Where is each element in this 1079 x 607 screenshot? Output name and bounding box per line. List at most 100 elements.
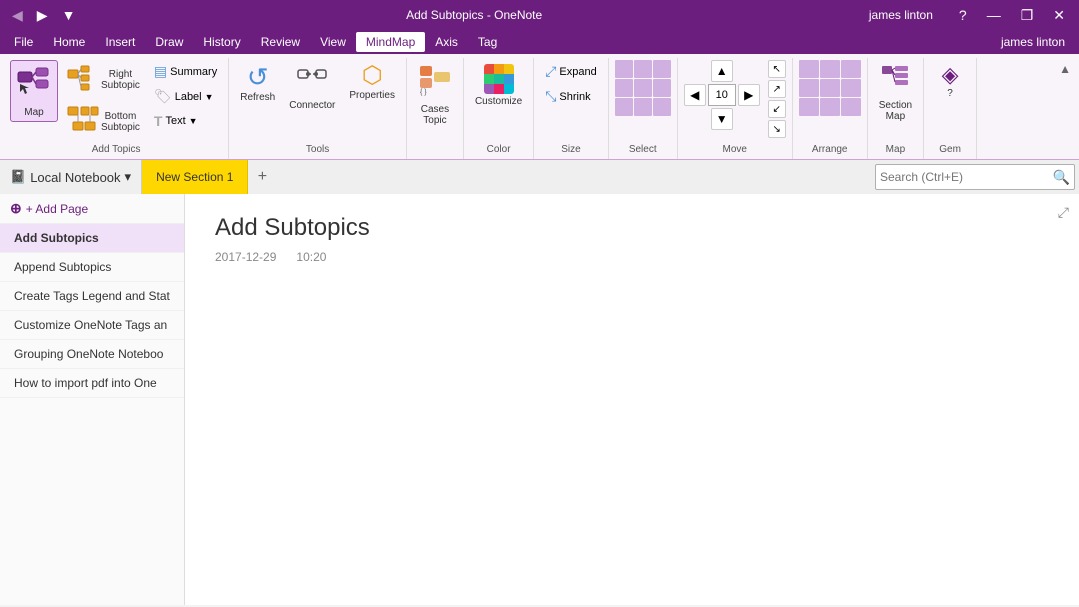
select-cell-4[interactable]: [615, 79, 633, 97]
section-map-button[interactable]: SectionMap: [874, 60, 917, 126]
menu-draw[interactable]: Draw: [145, 32, 193, 52]
move-right-button[interactable]: ▶: [738, 84, 760, 106]
ribbon-collapse-button[interactable]: ▲: [1059, 62, 1071, 76]
move-down-button[interactable]: ▼: [711, 108, 733, 130]
arrange-cell-3[interactable]: [841, 60, 861, 78]
forward-button[interactable]: ▶: [33, 5, 52, 26]
cases-button[interactable]: { } CasesTopic: [413, 60, 457, 130]
gem-group-label: Gem: [930, 142, 970, 157]
map-button[interactable]: Map: [10, 60, 58, 122]
ribbon-group-map: SectionMap Map: [868, 58, 924, 159]
restore-button[interactable]: ❐: [1015, 5, 1040, 26]
bottom-subtopic-button[interactable]: BottomSubtopic: [62, 102, 145, 142]
connector-button[interactable]: Connector: [284, 60, 340, 115]
customize-label: Customize: [475, 96, 522, 107]
text-button[interactable]: T Text ▼: [149, 110, 222, 132]
right-subtopic-icon: [67, 64, 99, 96]
add-page-button[interactable]: ⊕ + Add Page: [0, 194, 184, 224]
page-item-customize-onenote[interactable]: Customize OneNote Tags an: [0, 311, 184, 340]
help-button[interactable]: ?: [953, 5, 973, 25]
move-extra-2[interactable]: ↗: [768, 80, 786, 98]
select-grid-container: [615, 60, 671, 116]
page-item-import-pdf[interactable]: How to import pdf into One: [0, 369, 184, 398]
page-item-add-subtopics[interactable]: Add Subtopics: [0, 224, 184, 253]
expand-content-button[interactable]: ⤢: [1058, 204, 1069, 221]
arrange-cell-9[interactable]: [841, 98, 861, 116]
move-up-button[interactable]: ▲: [711, 60, 733, 82]
page-item-grouping[interactable]: Grouping OneNote Noteboo: [0, 340, 184, 369]
select-cell-5[interactable]: [634, 79, 652, 97]
search-icon[interactable]: 🔍: [1053, 169, 1070, 186]
menu-file[interactable]: File: [4, 32, 43, 52]
summary-button[interactable]: ▤ Summary: [149, 60, 222, 83]
select-cell-2[interactable]: [634, 60, 652, 78]
menu-view[interactable]: View: [310, 32, 356, 52]
size-buttons: ⤢ Expand ⤡ Shrink: [540, 60, 602, 108]
refresh-icon: ↺: [247, 64, 269, 90]
arrange-cell-1[interactable]: [799, 60, 819, 78]
ribbon: Map Rig: [0, 54, 1079, 160]
page-title: Add Subtopics: [215, 214, 1049, 242]
arrange-cell-4[interactable]: [799, 79, 819, 97]
menu-tag[interactable]: Tag: [468, 32, 507, 52]
page-item-create-tags[interactable]: Create Tags Legend and Stat: [0, 282, 184, 311]
menu-history[interactable]: History: [193, 32, 250, 52]
menu-axis[interactable]: Axis: [425, 32, 468, 52]
quick-access-dropdown[interactable]: ▼: [58, 5, 80, 25]
arrange-cell-8[interactable]: [820, 98, 840, 116]
move-extra-1[interactable]: ↖: [768, 60, 786, 78]
select-label: Select: [615, 142, 671, 157]
notebook-dropdown-icon: ▾: [125, 169, 132, 185]
minimize-button[interactable]: —: [981, 5, 1007, 25]
menu-review[interactable]: Review: [251, 32, 310, 52]
menu-mindmap[interactable]: MindMap: [356, 32, 425, 52]
arrange-cell-6[interactable]: [841, 79, 861, 97]
gem-button[interactable]: ◈ ?: [930, 60, 970, 103]
select-cell-6[interactable]: [653, 79, 671, 97]
menu-home[interactable]: Home: [43, 32, 95, 52]
arrange-cell-2[interactable]: [820, 60, 840, 78]
back-button[interactable]: ◀: [8, 5, 27, 26]
select-cell-3[interactable]: [653, 60, 671, 78]
search-input[interactable]: [880, 170, 1053, 184]
expand-icon: ⤢: [545, 63, 556, 80]
section-map-label: SectionMap: [879, 100, 912, 122]
text-label: Text: [165, 115, 185, 127]
refresh-button[interactable]: ↺ Refresh: [235, 60, 280, 107]
notebook-button[interactable]: 📓 Local Notebook ▾: [0, 160, 142, 194]
move-extra-4[interactable]: ↘: [768, 120, 786, 138]
new-section-button[interactable]: +: [248, 160, 276, 194]
section-tab-new-section-1[interactable]: New Section 1: [142, 160, 248, 194]
window-controls: james linton ? — ❐ ✕: [869, 5, 1071, 26]
map-group-content: SectionMap: [874, 60, 917, 142]
expand-button[interactable]: ⤢ Expand: [540, 60, 602, 83]
tools-label: Tools: [235, 142, 400, 157]
move-value-input[interactable]: [708, 84, 736, 106]
label-icon: 🏷: [154, 88, 172, 105]
select-cell-8[interactable]: [634, 98, 652, 116]
move-extra-3[interactable]: ↙: [768, 100, 786, 118]
select-grid[interactable]: [615, 60, 671, 116]
section-tab-label: New Section 1: [156, 170, 233, 184]
label-button[interactable]: 🏷 Label ▼: [149, 85, 222, 108]
add-page-plus-icon: ⊕: [10, 200, 22, 217]
close-button[interactable]: ✕: [1047, 5, 1071, 26]
arrange-grid[interactable]: [799, 60, 861, 116]
user-account[interactable]: james linton: [991, 32, 1075, 52]
bottom-subtopic-icon: [67, 106, 99, 138]
arrange-cell-7[interactable]: [799, 98, 819, 116]
add-page-label: + Add Page: [26, 202, 88, 216]
section-bar: 📓 Local Notebook ▾ New Section 1 + 🔍: [0, 160, 1079, 194]
select-cell-9[interactable]: [653, 98, 671, 116]
shrink-label: Shrink: [559, 91, 590, 103]
shrink-button[interactable]: ⤡ Shrink: [540, 85, 602, 108]
arrange-cell-5[interactable]: [820, 79, 840, 97]
page-item-append-subtopics[interactable]: Append Subtopics: [0, 253, 184, 282]
select-cell-1[interactable]: [615, 60, 633, 78]
customize-button[interactable]: Customize: [470, 60, 527, 111]
menu-insert[interactable]: Insert: [95, 32, 145, 52]
right-subtopic-button[interactable]: RightSubtopic: [62, 60, 145, 100]
select-cell-7[interactable]: [615, 98, 633, 116]
properties-button[interactable]: ⬡ Properties: [344, 60, 400, 105]
move-left-button[interactable]: ◀: [684, 84, 706, 106]
